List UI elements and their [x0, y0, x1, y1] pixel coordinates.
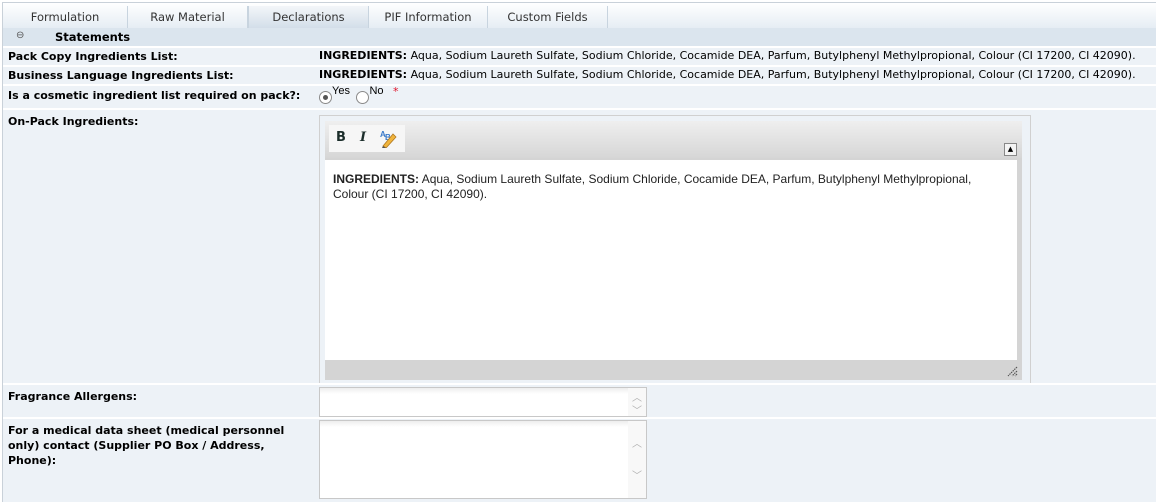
editor-toolbar-group: B I A B	[329, 125, 405, 152]
label-line: only) contact (Supplier PO Box / Address…	[8, 439, 265, 452]
row-business-language: Business Language Ingredients List: INGR…	[3, 65, 1156, 84]
radio-yes[interactable]	[319, 90, 332, 104]
scrollbar[interactable]: ︿ ﹀	[628, 388, 646, 417]
medical-contact-input[interactable]: ︿ ﹀	[319, 420, 647, 499]
editor-line-2: Colour (CI 17200, CI 42090).	[333, 187, 488, 201]
radio-yes-label[interactable]: Yes	[332, 85, 350, 97]
tab-label: Custom Fields	[507, 10, 588, 24]
tab-declarations[interactable]: Declarations	[248, 6, 369, 28]
fragrance-allergens-label: Fragrance Allergens:	[8, 390, 138, 403]
on-pack-ingredients-label: On-Pack Ingredients:	[8, 115, 139, 128]
ingredients-text: Aqua, Sodium Laureth Sulfate, Sodium Chl…	[419, 172, 972, 186]
business-language-label: Business Language Ingredients List:	[8, 69, 234, 82]
tab-formulation[interactable]: Formulation	[3, 6, 128, 28]
row-fragrance-allergens: Fragrance Allergens: ︿ ﹀	[3, 383, 1156, 417]
declarations-panel: Formulation Raw Material Declarations PI…	[2, 2, 1156, 502]
row-pack-copy: Pack Copy Ingredients List: INGREDIENTS:…	[3, 46, 1156, 65]
section-header-statements: ⊖ Statements	[3, 28, 1156, 46]
section-title: Statements	[55, 30, 131, 44]
tab-label: Declarations	[272, 10, 345, 24]
collapse-icon[interactable]: ⊖	[16, 30, 24, 41]
medical-contact-label: For a medical data sheet (medical person…	[8, 423, 284, 468]
tab-label: PIF Information	[384, 10, 472, 24]
collapse-toolbar-button[interactable]: ▲	[1004, 143, 1017, 156]
ingredients-text: Aqua, Sodium Laureth Sulfate, Sodium Chl…	[407, 68, 1136, 81]
row-medical-contact: For a medical data sheet (medical person…	[3, 417, 1156, 502]
ingredients-prefix: INGREDIENTS:	[333, 172, 420, 186]
required-marker: *	[393, 85, 399, 98]
tab-label: Raw Material	[150, 10, 225, 24]
tab-pif-information[interactable]: PIF Information	[369, 6, 488, 28]
ingredients-prefix: INGREDIENTS:	[319, 49, 408, 62]
radio-no-label[interactable]: No	[369, 85, 383, 97]
tab-label: Formulation	[30, 10, 100, 24]
rich-text-editor: B I A B ▲ INGREDIENTS: Aqua, Sodium Laur…	[319, 115, 1031, 387]
label-line: For a medical data sheet (medical person…	[8, 424, 285, 437]
fragrance-allergens-input[interactable]: ︿ ﹀	[319, 387, 647, 417]
scroll-down-icon[interactable]: ﹀	[632, 402, 642, 417]
scroll-down-icon[interactable]: ﹀	[632, 467, 642, 482]
pack-copy-label: Pack Copy Ingredients List:	[8, 50, 178, 63]
label-line: Phone):	[8, 454, 57, 467]
scroll-up-icon[interactable]: ︿	[632, 435, 642, 450]
editor-line-1: INGREDIENTS: Aqua, Sodium Laureth Sulfat…	[333, 172, 1009, 187]
radio-no[interactable]	[356, 90, 370, 104]
tab-bar: Formulation Raw Material Declarations PI…	[3, 3, 1156, 28]
tab-raw-material[interactable]: Raw Material	[128, 6, 248, 28]
business-language-value: INGREDIENTS: Aqua, Sodium Laureth Sulfat…	[319, 68, 1136, 81]
resize-handle-icon[interactable]	[1006, 365, 1018, 377]
spellcheck-icon[interactable]: A B	[379, 128, 397, 152]
editor-toolbar: B I A B ▲	[325, 121, 1022, 158]
on-pack-ingredients-editor[interactable]: INGREDIENTS: Aqua, Sodium Laureth Sulfat…	[325, 160, 1017, 360]
editor-frame: B I A B ▲ INGREDIENTS: Aqua, Sodium Laur…	[325, 121, 1022, 380]
scrollbar[interactable]: ︿ ﹀	[628, 421, 646, 498]
italic-button[interactable]: I	[360, 130, 366, 145]
ingredients-prefix: INGREDIENTS:	[319, 68, 408, 81]
pack-copy-value: INGREDIENTS: Aqua, Sodium Laureth Sulfat…	[319, 49, 1136, 62]
bold-button[interactable]: B	[336, 130, 346, 145]
row-required-on-pack: Is a cosmetic ingredient list required o…	[3, 84, 1156, 108]
ingredients-text: Aqua, Sodium Laureth Sulfate, Sodium Chl…	[407, 49, 1136, 62]
required-on-pack-label: Is a cosmetic ingredient list required o…	[8, 89, 301, 102]
required-on-pack-options: Yes No *	[319, 85, 399, 104]
tab-custom-fields[interactable]: Custom Fields	[488, 6, 608, 28]
row-on-pack-ingredients: On-Pack Ingredients: B I A B ▲ INGREDIEN…	[3, 108, 1156, 387]
